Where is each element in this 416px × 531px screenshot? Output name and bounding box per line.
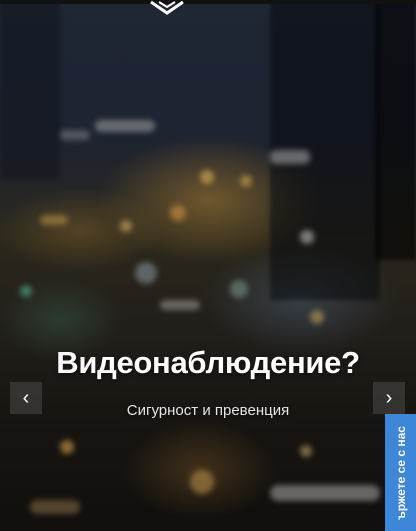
contact-us-tab[interactable]: ържете се с нас [385,414,416,531]
shield-logo-icon[interactable] [149,0,185,16]
contact-tab-label: ържете се с нас [393,425,408,520]
dark-overlay [0,0,416,531]
chevron-left-icon: ‹ [22,386,30,409]
carousel-next-button[interactable]: › [373,382,405,414]
carousel-prev-button[interactable]: ‹ [10,382,42,414]
hero-title: Видеонаблюдение? [56,345,360,380]
chevron-right-icon: › [385,386,393,409]
hero-subtitle: Сигурност и превенция [126,402,290,419]
top-bar [0,0,416,4]
hero-slider [0,0,416,531]
